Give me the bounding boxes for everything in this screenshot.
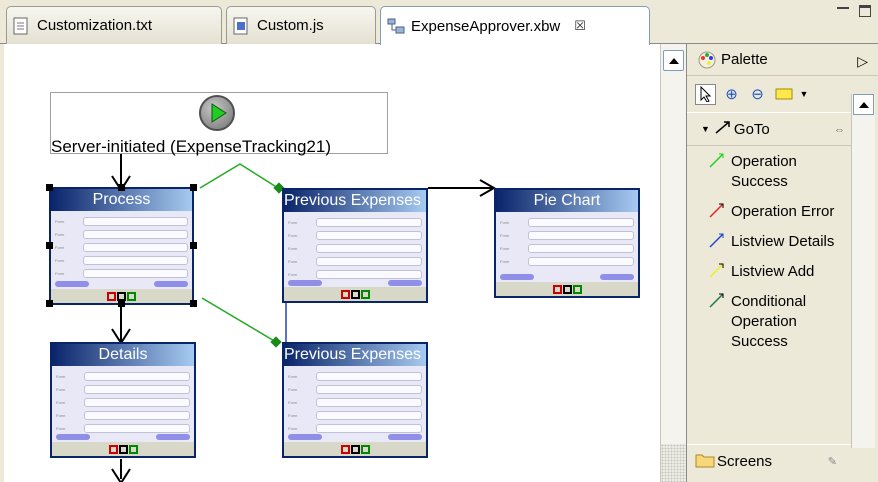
server-initiated-label: Server-initiated (ExpenseTracking21)	[51, 137, 331, 156]
palette-item-listview-details[interactable]: Listview Details	[687, 226, 851, 256]
zoom-in-icon[interactable]: ⊕	[721, 84, 742, 105]
blue-arrow-icon	[709, 232, 731, 252]
tab-customization-txt[interactable]: Customization.txt	[6, 6, 222, 44]
text-file-icon	[13, 17, 29, 35]
resize-handle[interactable]	[46, 184, 53, 191]
close-tab-icon[interactable]: ☒	[574, 18, 586, 34]
workflow-canvas[interactable]: Server-initiated (ExpenseTracking21) Pro…	[0, 44, 660, 482]
collapse-palette-icon[interactable]: ▷	[857, 53, 868, 70]
form-preview: Form Form Form Form Form	[55, 215, 188, 280]
form-preview: Form Form Form Form Form	[288, 370, 422, 435]
window-controls	[836, 4, 872, 18]
palette-item-conditional-operation-success[interactable]: Conditional Operation Success	[687, 286, 851, 356]
connection-anchor	[270, 336, 282, 348]
node-title: Previous Expenses	[284, 344, 426, 366]
form-preview: Form Form Form Form Form	[288, 216, 422, 281]
expand-icon[interactable]: ⇔	[834, 124, 845, 136]
node-status-icons	[284, 287, 426, 301]
palette-scrollbar[interactable]	[851, 94, 875, 448]
node-status-icons	[52, 442, 194, 456]
dropdown-icon[interactable]: ▼	[799, 84, 809, 105]
palette-scroll-up-button[interactable]	[853, 94, 874, 115]
resize-handle[interactable]	[46, 300, 53, 307]
pin-icon[interactable]: ✎	[828, 455, 837, 468]
minimize-icon[interactable]	[836, 4, 850, 18]
resize-handle[interactable]	[118, 184, 125, 191]
node-status-icons	[284, 442, 426, 456]
node-title: Details	[52, 344, 194, 366]
zoom-out-icon[interactable]: ⊖	[747, 84, 768, 105]
form-preview: Form Form Form Form	[500, 216, 634, 268]
node-status-icons	[496, 282, 638, 296]
yellow-arrow-icon	[709, 262, 731, 282]
node-title: Previous Expenses	[284, 190, 426, 212]
scroll-up-button[interactable]	[663, 50, 684, 71]
note-icon[interactable]	[773, 84, 794, 105]
editor-tab-bar: Customization.txt Custom.js ExpenseAppro…	[0, 0, 878, 45]
workflow-file-icon	[387, 17, 405, 35]
palette-icon	[697, 50, 717, 70]
select-tool-icon[interactable]	[695, 83, 716, 105]
scroll-grip	[661, 444, 686, 482]
red-arrow-icon	[709, 202, 731, 222]
screen-node-details[interactable]: Details Form Form Form Form Form	[50, 342, 196, 458]
maximize-icon[interactable]	[858, 4, 872, 18]
palette-item-operation-success[interactable]: Operation Success	[687, 146, 851, 196]
screens-drawer-header[interactable]: Screens ✎	[687, 444, 851, 478]
server-initiated-node[interactable]: Server-initiated (ExpenseTracking21)	[50, 92, 388, 156]
screen-node-process[interactable]: Process Form Form Form Form Form	[49, 187, 194, 305]
folder-icon	[695, 452, 717, 472]
palette-item-operation-error[interactable]: Operation Error	[687, 196, 851, 226]
green-arrow-icon	[709, 152, 731, 172]
play-icon	[199, 95, 235, 131]
node-title: Pie Chart	[496, 190, 638, 212]
palette-panel: Palette ▷ ⊕ ⊖ ▼ ▼ GoTo ⇔ Operation Succe…	[686, 44, 878, 482]
js-file-icon	[233, 17, 249, 35]
resize-handle[interactable]	[190, 242, 197, 249]
screen-node-previous-expenses[interactable]: Previous Expenses Form Form Form Form Fo…	[282, 188, 428, 303]
resize-handle[interactable]	[190, 184, 197, 191]
goto-arrow-icon	[714, 120, 734, 138]
screen-node-previous-expenses-2[interactable]: Previous Expenses Form Form Form Form Fo…	[282, 342, 428, 458]
resize-handle[interactable]	[190, 300, 197, 307]
palette-item-listview-add[interactable]: Listview Add	[687, 256, 851, 286]
tab-custom-js[interactable]: Custom.js	[226, 6, 376, 44]
canvas-vertical-scrollbar[interactable]	[660, 44, 686, 482]
resize-handle[interactable]	[46, 242, 53, 249]
dark-green-arrow-icon	[709, 292, 731, 312]
resize-handle[interactable]	[118, 300, 125, 307]
goto-drawer-header[interactable]: ▼ GoTo ⇔	[687, 112, 851, 146]
tab-expenseapprover-xbw[interactable]: ExpenseApprover.xbw ☒	[380, 6, 650, 45]
goto-items: Operation Success Operation Error Listvi…	[687, 146, 878, 356]
screen-node-pie-chart[interactable]: Pie Chart Form Form Form Form	[494, 188, 640, 298]
palette-header[interactable]: Palette ▷	[687, 44, 878, 76]
palette-toolbar: ⊕ ⊖ ▼	[687, 76, 878, 112]
chevron-down-icon: ▼	[701, 124, 710, 134]
form-preview: Form Form Form Form Form	[56, 370, 190, 435]
node-title: Process	[51, 189, 192, 211]
